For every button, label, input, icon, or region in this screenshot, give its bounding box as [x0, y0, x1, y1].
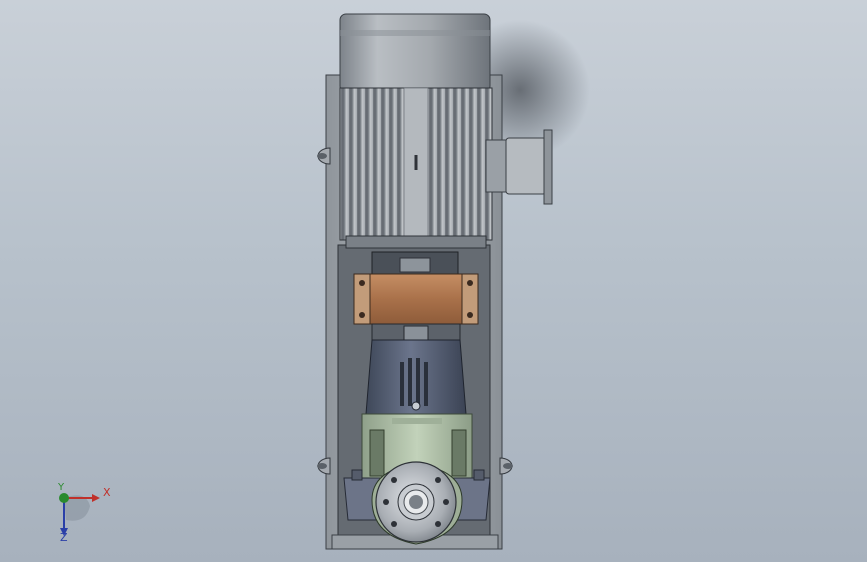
graphics-viewport[interactable]: X Y Z — [0, 0, 867, 562]
y-axis-dot — [59, 493, 69, 503]
discharge-flange[interactable] — [375, 461, 457, 543]
coordinate-triad: X Y Z — [46, 480, 126, 550]
pump-assembly-model[interactable] — [0, 0, 867, 562]
y-axis-label: Y — [58, 482, 65, 493]
coupling[interactable] — [371, 251, 459, 275]
x-axis-label: X — [103, 486, 111, 499]
pump-bearing-bracket[interactable] — [365, 323, 467, 415]
z-axis-label: Z — [60, 531, 68, 544]
coupling-guard[interactable] — [353, 273, 479, 325]
x-axis-arrowhead — [92, 494, 100, 502]
